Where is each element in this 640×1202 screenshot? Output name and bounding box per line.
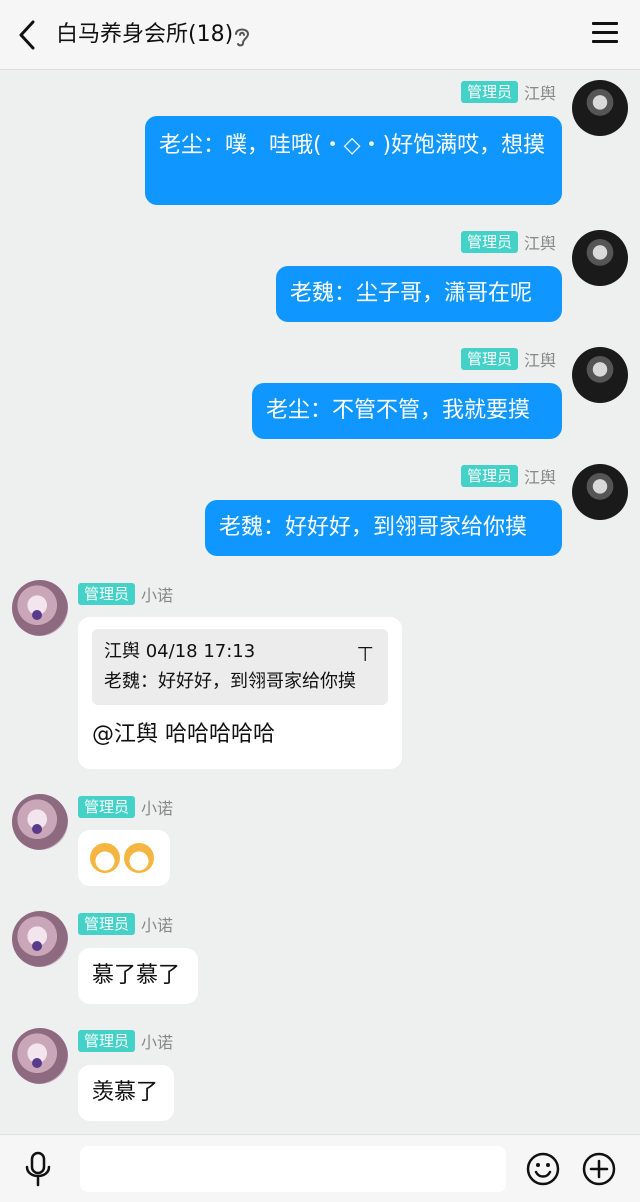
message-bubble[interactable]: 羡慕了 bbox=[78, 1065, 174, 1121]
menu-button[interactable] bbox=[592, 22, 618, 48]
message-meta: 管理员 江舆 bbox=[460, 347, 556, 371]
pin-icon: ⊤ bbox=[356, 642, 374, 666]
admin-badge: 管理员 bbox=[78, 913, 136, 935]
sender-name: 小诺 bbox=[141, 799, 174, 818]
avatar[interactable] bbox=[572, 464, 628, 520]
message-text: @江舆 哈哈哈哈哈 bbox=[92, 722, 275, 747]
message-meta: 管理员 小诺 bbox=[78, 795, 173, 819]
sender-name: 江舆 bbox=[523, 351, 556, 370]
message-bubble[interactable]: 江舆 04/18 17:13 老魏：好好好，到翎哥家给你摸 ⊤ @江舆 哈哈哈哈… bbox=[78, 617, 402, 769]
admin-badge: 管理员 bbox=[78, 583, 136, 605]
admin-badge: 管理员 bbox=[78, 796, 136, 818]
admin-badge: 管理员 bbox=[460, 231, 518, 253]
ear-icon bbox=[235, 28, 250, 47]
sender-name: 江舆 bbox=[523, 468, 556, 487]
plus-icon[interactable] bbox=[582, 1152, 616, 1186]
dog-emoji-icon bbox=[124, 843, 154, 873]
sender-name: 小诺 bbox=[141, 916, 174, 935]
avatar-accent bbox=[32, 610, 42, 620]
avatar-accent bbox=[32, 941, 42, 951]
avatar[interactable] bbox=[12, 794, 68, 850]
message-meta: 管理员 江舆 bbox=[460, 230, 556, 254]
message-bubble[interactable]: 老尘：不管不管，我就要摸 bbox=[252, 383, 562, 439]
back-button[interactable] bbox=[10, 17, 44, 53]
avatar[interactable] bbox=[12, 580, 68, 636]
quote-text: 老魏：好好好，到翎哥家给你摸 bbox=[104, 671, 356, 692]
quote-header: 江舆 04/18 17:13 bbox=[104, 641, 256, 662]
menu-icon-line bbox=[592, 22, 618, 25]
smile-icon[interactable] bbox=[526, 1152, 560, 1186]
chat-header: 白马养身会所(18) bbox=[0, 0, 640, 70]
sender-name: 小诺 bbox=[141, 1033, 174, 1052]
message-input[interactable] bbox=[80, 1146, 506, 1192]
avatar[interactable] bbox=[12, 911, 68, 967]
admin-badge: 管理员 bbox=[78, 1030, 136, 1052]
microphone-icon[interactable] bbox=[22, 1151, 54, 1187]
menu-icon-line bbox=[592, 31, 618, 34]
chevron-left-icon bbox=[19, 20, 35, 50]
dog-emoji-icon bbox=[90, 843, 120, 873]
avatar-accent bbox=[32, 824, 42, 834]
menu-icon-line bbox=[592, 40, 618, 43]
avatar[interactable] bbox=[572, 230, 628, 286]
message-bubble[interactable] bbox=[78, 830, 170, 886]
quoted-message[interactable]: 江舆 04/18 17:13 老魏：好好好，到翎哥家给你摸 ⊤ bbox=[92, 629, 388, 705]
message-composer bbox=[0, 1134, 640, 1202]
avatar[interactable] bbox=[572, 80, 628, 136]
sender-name: 小诺 bbox=[141, 586, 174, 605]
sender-name: 江舆 bbox=[523, 234, 556, 253]
message-bubble[interactable]: 老魏：尘子哥，潇哥在呢 bbox=[276, 266, 562, 322]
message-meta: 管理员 小诺 bbox=[78, 912, 173, 936]
avatar[interactable] bbox=[12, 1028, 68, 1084]
message-meta: 管理员 江舆 bbox=[460, 464, 556, 488]
message-bubble[interactable]: 老尘：噗，哇哦(・◇・)好饱满哎，想摸 bbox=[145, 116, 562, 205]
chat-title: 白马养身会所(18) bbox=[56, 22, 234, 47]
message-meta: 管理员 江舆 bbox=[460, 80, 556, 104]
message-bubble[interactable]: 老魏：好好好，到翎哥家给你摸 bbox=[205, 500, 562, 556]
admin-badge: 管理员 bbox=[460, 465, 518, 487]
sender-name: 江舆 bbox=[523, 84, 556, 103]
avatar[interactable] bbox=[572, 347, 628, 403]
message-meta: 管理员 小诺 bbox=[78, 1029, 173, 1053]
message-bubble[interactable]: 慕了慕了 bbox=[78, 948, 198, 1004]
message-meta: 管理员 小诺 bbox=[78, 582, 173, 606]
admin-badge: 管理员 bbox=[460, 348, 518, 370]
avatar-accent bbox=[32, 1058, 42, 1068]
admin-badge: 管理员 bbox=[460, 81, 518, 103]
